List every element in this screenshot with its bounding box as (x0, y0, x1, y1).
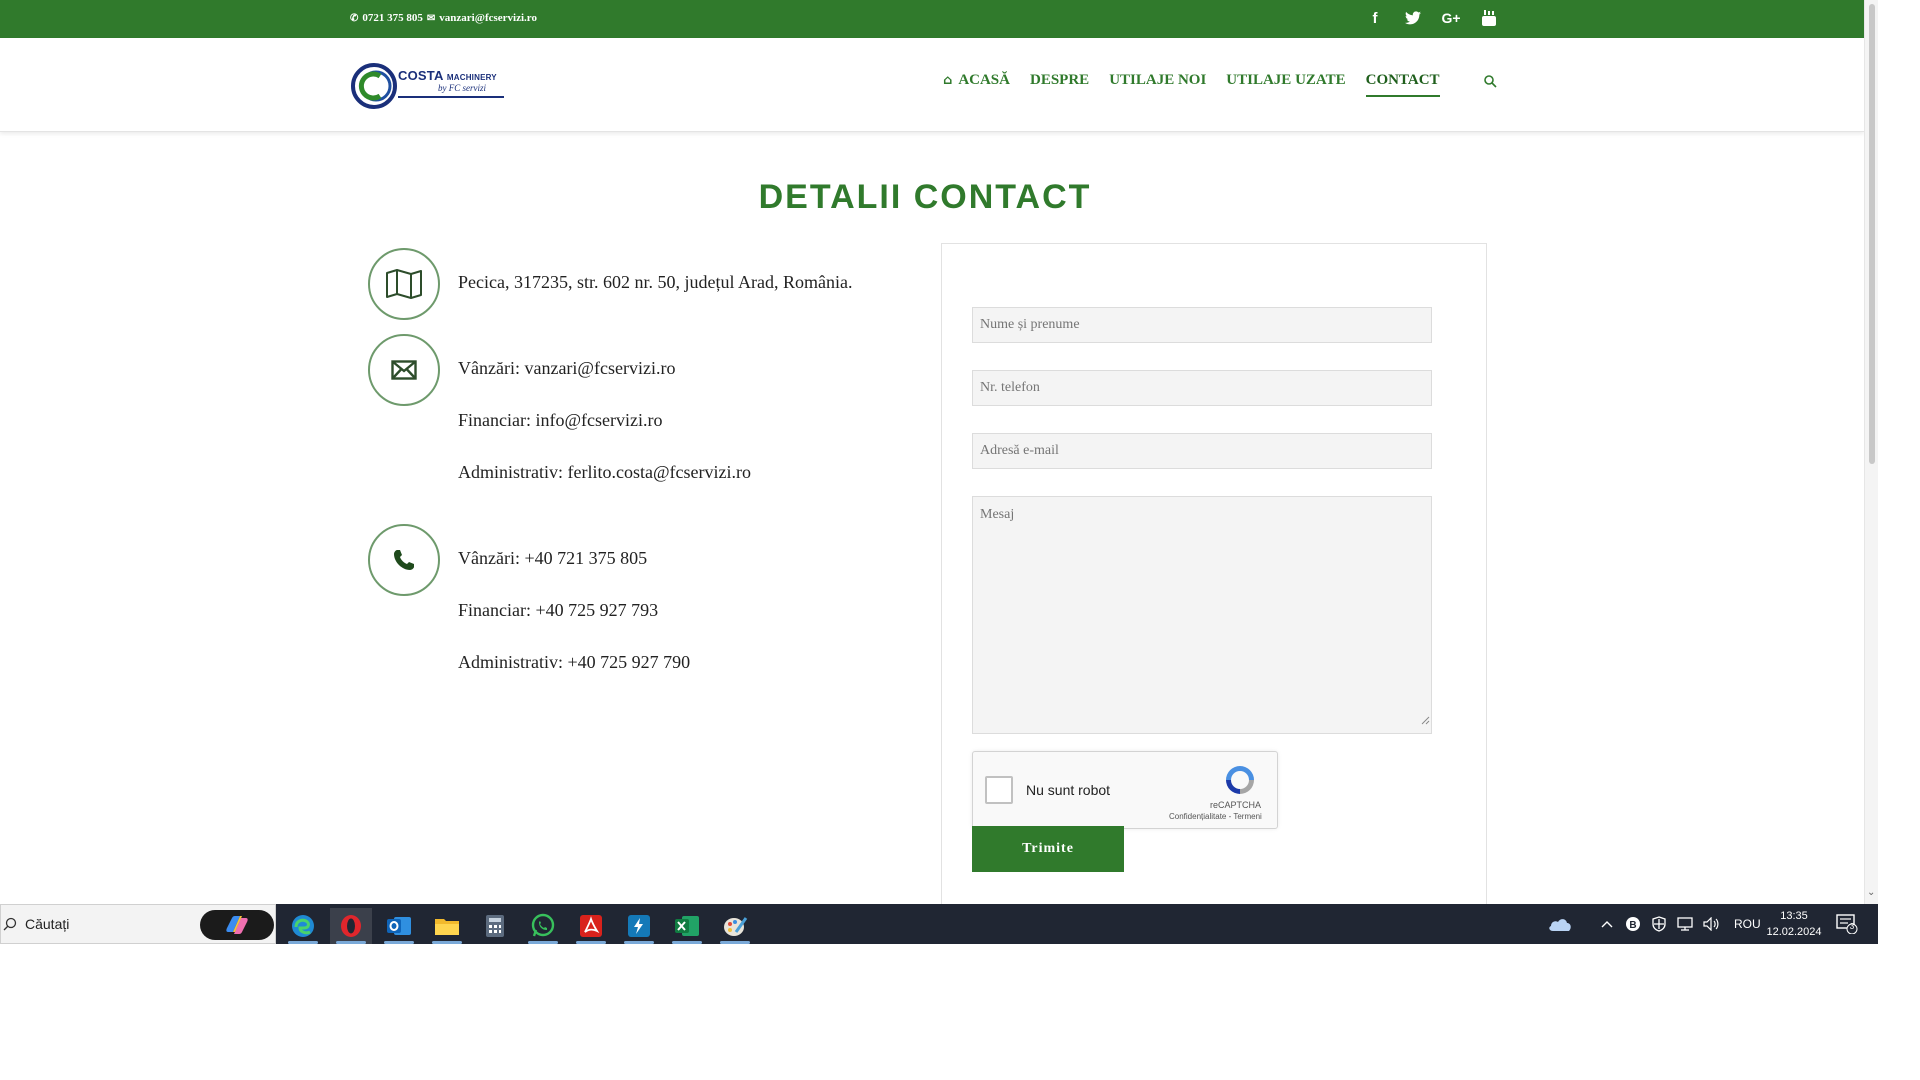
recaptcha-brand: reCAPTCHA (1210, 800, 1262, 810)
onedrive-cloud-icon[interactable] (1546, 915, 1574, 933)
scrollbar-thumb[interactable] (1869, 4, 1875, 464)
logo-brand: COSTA MACHINERY (398, 68, 497, 83)
whatsapp-app-icon[interactable] (522, 908, 564, 944)
browser-viewport: ✆ 0721 375 805 ✉ vanzari@fcservizi.ro f … (0, 0, 1864, 904)
clock-date: 12.02.2024 (1766, 926, 1822, 938)
twitter-icon[interactable] (1403, 8, 1423, 28)
phone-input[interactable] (972, 370, 1432, 406)
top-email[interactable]: vanzari@fcservizi.ro (439, 12, 537, 24)
logo-underline (398, 96, 504, 98)
email-sales[interactable]: Vânzări: vanzari@fcservizi.ro (458, 358, 675, 379)
name-input[interactable] (972, 307, 1432, 343)
input-language[interactable]: ROU (1734, 917, 1761, 931)
app-running-indicator (720, 941, 750, 944)
page-title: DETALII CONTACT (758, 178, 1092, 216)
contact-form-card: Nu sunt robot reCAPTCHA Confidențialitat… (941, 243, 1487, 904)
chevron-up-icon[interactable] (1598, 915, 1616, 933)
home-icon: ⌂ (943, 73, 953, 88)
excel-app-icon[interactable] (666, 908, 708, 944)
site-header: COSTA MACHINERY by FC servizi ⌂ ACASĂ DE… (0, 38, 1864, 132)
social-links: f G+ (1365, 8, 1499, 28)
power-automate-icon[interactable] (618, 908, 660, 944)
top-contact-info: ✆ 0721 375 805 ✉ vanzari@fcservizi.ro (350, 12, 537, 24)
main-nav: ⌂ ACASĂ DESPRE UTILAJE NOI UTILAJE UZATE… (943, 72, 1440, 97)
recaptcha-logo-icon (1226, 766, 1254, 794)
youtube-icon[interactable] (1479, 8, 1499, 28)
app-running-indicator (336, 941, 366, 944)
nav-item-contact[interactable]: CONTACT (1365, 72, 1440, 97)
page-scrollbar[interactable]: ⌄ (1864, 0, 1878, 904)
logo-sub: by FC servizi (438, 83, 486, 93)
notification-count: 3 (1849, 922, 1855, 931)
acrobat-app-icon[interactable] (570, 908, 612, 944)
resize-grip-icon[interactable] (1420, 715, 1430, 725)
recaptcha-checkbox[interactable] (985, 776, 1013, 804)
phone-sales[interactable]: Vânzări: +40 721 375 805 (458, 548, 647, 569)
paint-app-icon[interactable] (714, 908, 756, 944)
site-logo[interactable]: COSTA MACHINERY by FC servizi (350, 62, 506, 112)
copilot-icon[interactable] (200, 910, 274, 940)
network-icon[interactable] (1676, 915, 1694, 933)
nav-item-utilaje-uzate[interactable]: UTILAJE UZATE (1226, 72, 1345, 97)
recaptcha-links[interactable]: Confidențialitate - Termeni (1169, 812, 1262, 821)
message-textarea[interactable] (972, 496, 1432, 734)
nav-item-utilaje-noi[interactable]: UTILAJE NOI (1109, 72, 1206, 97)
envelope-icon-circle (368, 334, 440, 406)
edge-app-icon[interactable] (282, 908, 324, 944)
map-icon-circle (368, 248, 440, 320)
top-phone[interactable]: 0721 375 805 (362, 12, 423, 24)
submit-button[interactable]: Trimite (972, 826, 1124, 872)
map-icon (386, 269, 422, 299)
svg-text:B: B (1629, 920, 1636, 931)
recaptcha-label: Nu sunt robot (1026, 782, 1111, 798)
app-running-indicator (576, 941, 606, 944)
scroll-down-icon[interactable]: ⌄ (1867, 888, 1877, 898)
phone-icon: ✆ (350, 12, 359, 24)
taskbar-search[interactable]: Căutați (0, 904, 276, 944)
address-text: Pecica, 317235, str. 602 nr. 50, județul… (458, 272, 853, 292)
phone-admin[interactable]: Administrativ: +40 725 927 790 (458, 652, 690, 673)
app-running-indicator (528, 941, 558, 944)
envelope-icon: ✉ (426, 12, 436, 24)
nav-item-despre[interactable]: DESPRE (1030, 72, 1089, 97)
bitdefender-icon[interactable]: B (1624, 915, 1642, 933)
email-finance[interactable]: Financiar: info@fcservizi.ro (458, 410, 663, 431)
nav-item-acasa[interactable]: ⌂ ACASĂ (943, 72, 1010, 97)
recaptcha-widget: Nu sunt robot reCAPTCHA Confidențialitat… (972, 751, 1278, 829)
email-admin[interactable]: Administrativ: ferlito.costa@fcservizi.r… (458, 462, 751, 483)
search-icon[interactable] (1483, 74, 1497, 88)
taskbar-clock[interactable]: 13:35 12.02.2024 (1764, 908, 1824, 940)
windows-taskbar: Căutați B ROU 13:35 12.02.2024 3 (0, 904, 1878, 944)
app-running-indicator (624, 941, 654, 944)
facebook-icon[interactable]: f (1365, 8, 1385, 28)
opera-app-icon[interactable] (330, 908, 372, 944)
clock-time: 13:35 (1780, 910, 1808, 922)
app-running-indicator (384, 941, 414, 944)
email-input[interactable] (972, 433, 1432, 469)
taskbar-search-text: Căutați (25, 916, 70, 932)
phone-finance[interactable]: Financiar: +40 725 927 793 (458, 600, 658, 621)
app-running-indicator (288, 941, 318, 944)
calculator-app-icon[interactable] (474, 908, 516, 944)
notifications-icon[interactable]: 3 (1836, 914, 1858, 935)
security-shield-icon[interactable] (1650, 915, 1668, 933)
system-tray: B ROU (1546, 904, 1761, 944)
file-explorer-icon[interactable] (426, 908, 468, 944)
envelope-icon (391, 360, 417, 380)
logo-emblem-icon (351, 63, 397, 109)
volume-icon[interactable] (1702, 915, 1720, 933)
phone-icon (394, 550, 414, 570)
google-plus-icon[interactable]: G+ (1441, 8, 1461, 28)
app-running-indicator (672, 941, 702, 944)
phone-icon-circle (368, 524, 440, 596)
search-icon (3, 917, 17, 931)
app-running-indicator (432, 941, 462, 944)
outlook-app-icon[interactable] (378, 908, 420, 944)
top-bar: ✆ 0721 375 805 ✉ vanzari@fcservizi.ro f … (0, 0, 1864, 38)
